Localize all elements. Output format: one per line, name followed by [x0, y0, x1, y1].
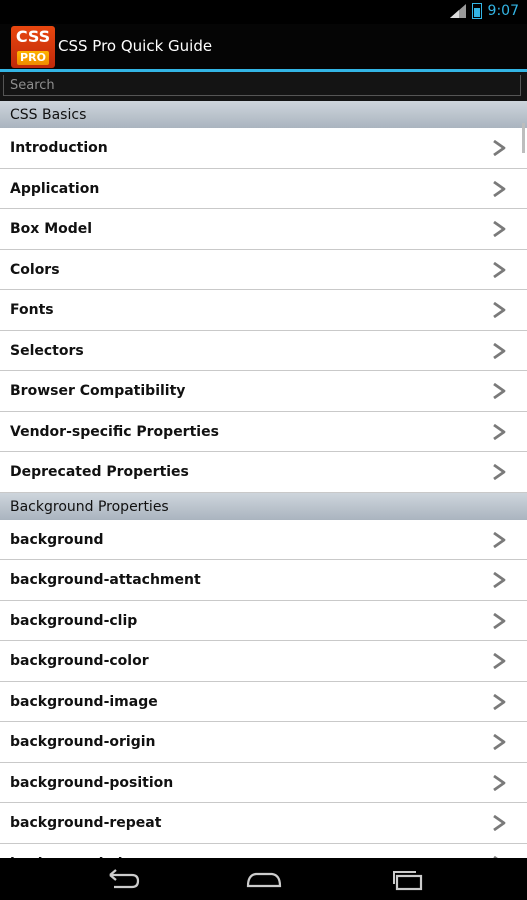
list-item-label: background-size — [10, 844, 140, 859]
battery-icon — [471, 3, 482, 19]
clock: 9:07 — [487, 3, 519, 19]
chevron-right-icon — [493, 423, 506, 440]
chevron-right-icon — [493, 572, 506, 588]
list-item-label: Deprecated Properties — [10, 464, 189, 480]
recent-apps-icon[interactable] — [388, 866, 428, 892]
list-item-label: background-attachment — [10, 572, 201, 588]
list-item-label: background-origin — [10, 734, 156, 750]
search-input[interactable] — [3, 75, 521, 96]
chevron-right-icon — [493, 221, 506, 237]
back-icon[interactable] — [102, 866, 142, 892]
chevron-right-icon — [493, 140, 506, 156]
chevron-right-icon — [493, 342, 506, 359]
list-item-label: Introduction — [10, 140, 108, 156]
section-header: CSS Basics — [0, 101, 527, 128]
list-item-label: background-clip — [10, 612, 138, 629]
list-item[interactable]: Vendor-specific Properties — [0, 411, 527, 452]
list-item[interactable]: Colors — [0, 249, 527, 290]
list-item-label: background-image — [10, 693, 158, 710]
action-bar: CSS PRO CSS Pro Quick Guide — [0, 24, 527, 69]
list-item-label: Selectors — [10, 342, 84, 359]
home-icon[interactable] — [244, 866, 284, 892]
list-item[interactable]: Introduction — [0, 128, 527, 169]
list-item[interactable]: background-repeat — [0, 803, 527, 844]
logo-pro-text: PRO — [17, 51, 49, 65]
chevron-right-icon — [493, 302, 506, 318]
list-item-label: background-repeat — [10, 815, 162, 831]
list-item-label: Browser Compatibility — [10, 383, 186, 399]
app-logo[interactable]: CSS PRO — [11, 26, 55, 68]
chevron-right-icon — [493, 464, 506, 480]
chevron-right-icon — [493, 180, 506, 197]
list-item-label: Box Model — [10, 221, 93, 237]
list-item[interactable]: background-position — [0, 762, 527, 803]
list-item[interactable]: Selectors — [0, 330, 527, 371]
topic-list[interactable]: CSS Basics Introduction Application Box Mod… — [0, 101, 527, 858]
list-item[interactable]: Deprecated Properties — [0, 452, 527, 493]
list-item-label: Fonts — [10, 302, 54, 318]
list-item[interactable]: Application — [0, 168, 527, 209]
list-item[interactable]: background-color — [0, 641, 527, 682]
list-item[interactable]: Fonts — [0, 290, 527, 331]
chevron-right-icon — [493, 383, 506, 399]
list-item[interactable]: Box Model — [0, 209, 527, 250]
list-item-label: Colors — [10, 261, 60, 278]
list-item[interactable]: background-image — [0, 681, 527, 722]
chevron-right-icon — [493, 653, 506, 669]
list-item-label: background — [10, 531, 104, 548]
chevron-right-icon — [493, 261, 506, 278]
list-item[interactable]: background — [0, 519, 527, 560]
search-bar — [0, 72, 527, 101]
list-item[interactable]: background-clip — [0, 600, 527, 641]
status-icons: 9:07 — [449, 3, 519, 19]
status-bar: 9:07 — [0, 0, 527, 24]
list-item[interactable]: background-origin — [0, 722, 527, 763]
navigation-bar — [0, 858, 527, 900]
chevron-right-icon — [493, 693, 506, 710]
app-title: CSS Pro Quick Guide — [58, 37, 213, 55]
section-header: Background Properties — [0, 492, 527, 520]
logo-css-text: CSS — [15, 27, 51, 46]
chevron-right-icon — [493, 734, 506, 750]
list-item[interactable]: background-size — [0, 843, 527, 859]
signal-icon — [449, 4, 466, 18]
chevron-right-icon — [493, 531, 506, 548]
scrollbar[interactable] — [522, 123, 525, 153]
list-item[interactable]: Browser Compatibility — [0, 371, 527, 412]
topic-list-content: CSS Basics Introduction Application Box Mod… — [0, 101, 527, 858]
list-item-label: background-color — [10, 653, 149, 669]
list-item-label: Vendor-specific Properties — [10, 423, 219, 440]
chevron-right-icon — [493, 815, 506, 831]
list-item-label: Application — [10, 180, 100, 197]
list-item[interactable]: background-attachment — [0, 560, 527, 601]
chevron-right-icon — [493, 612, 506, 629]
chevron-right-icon — [493, 774, 506, 791]
list-item-label: background-position — [10, 774, 174, 791]
